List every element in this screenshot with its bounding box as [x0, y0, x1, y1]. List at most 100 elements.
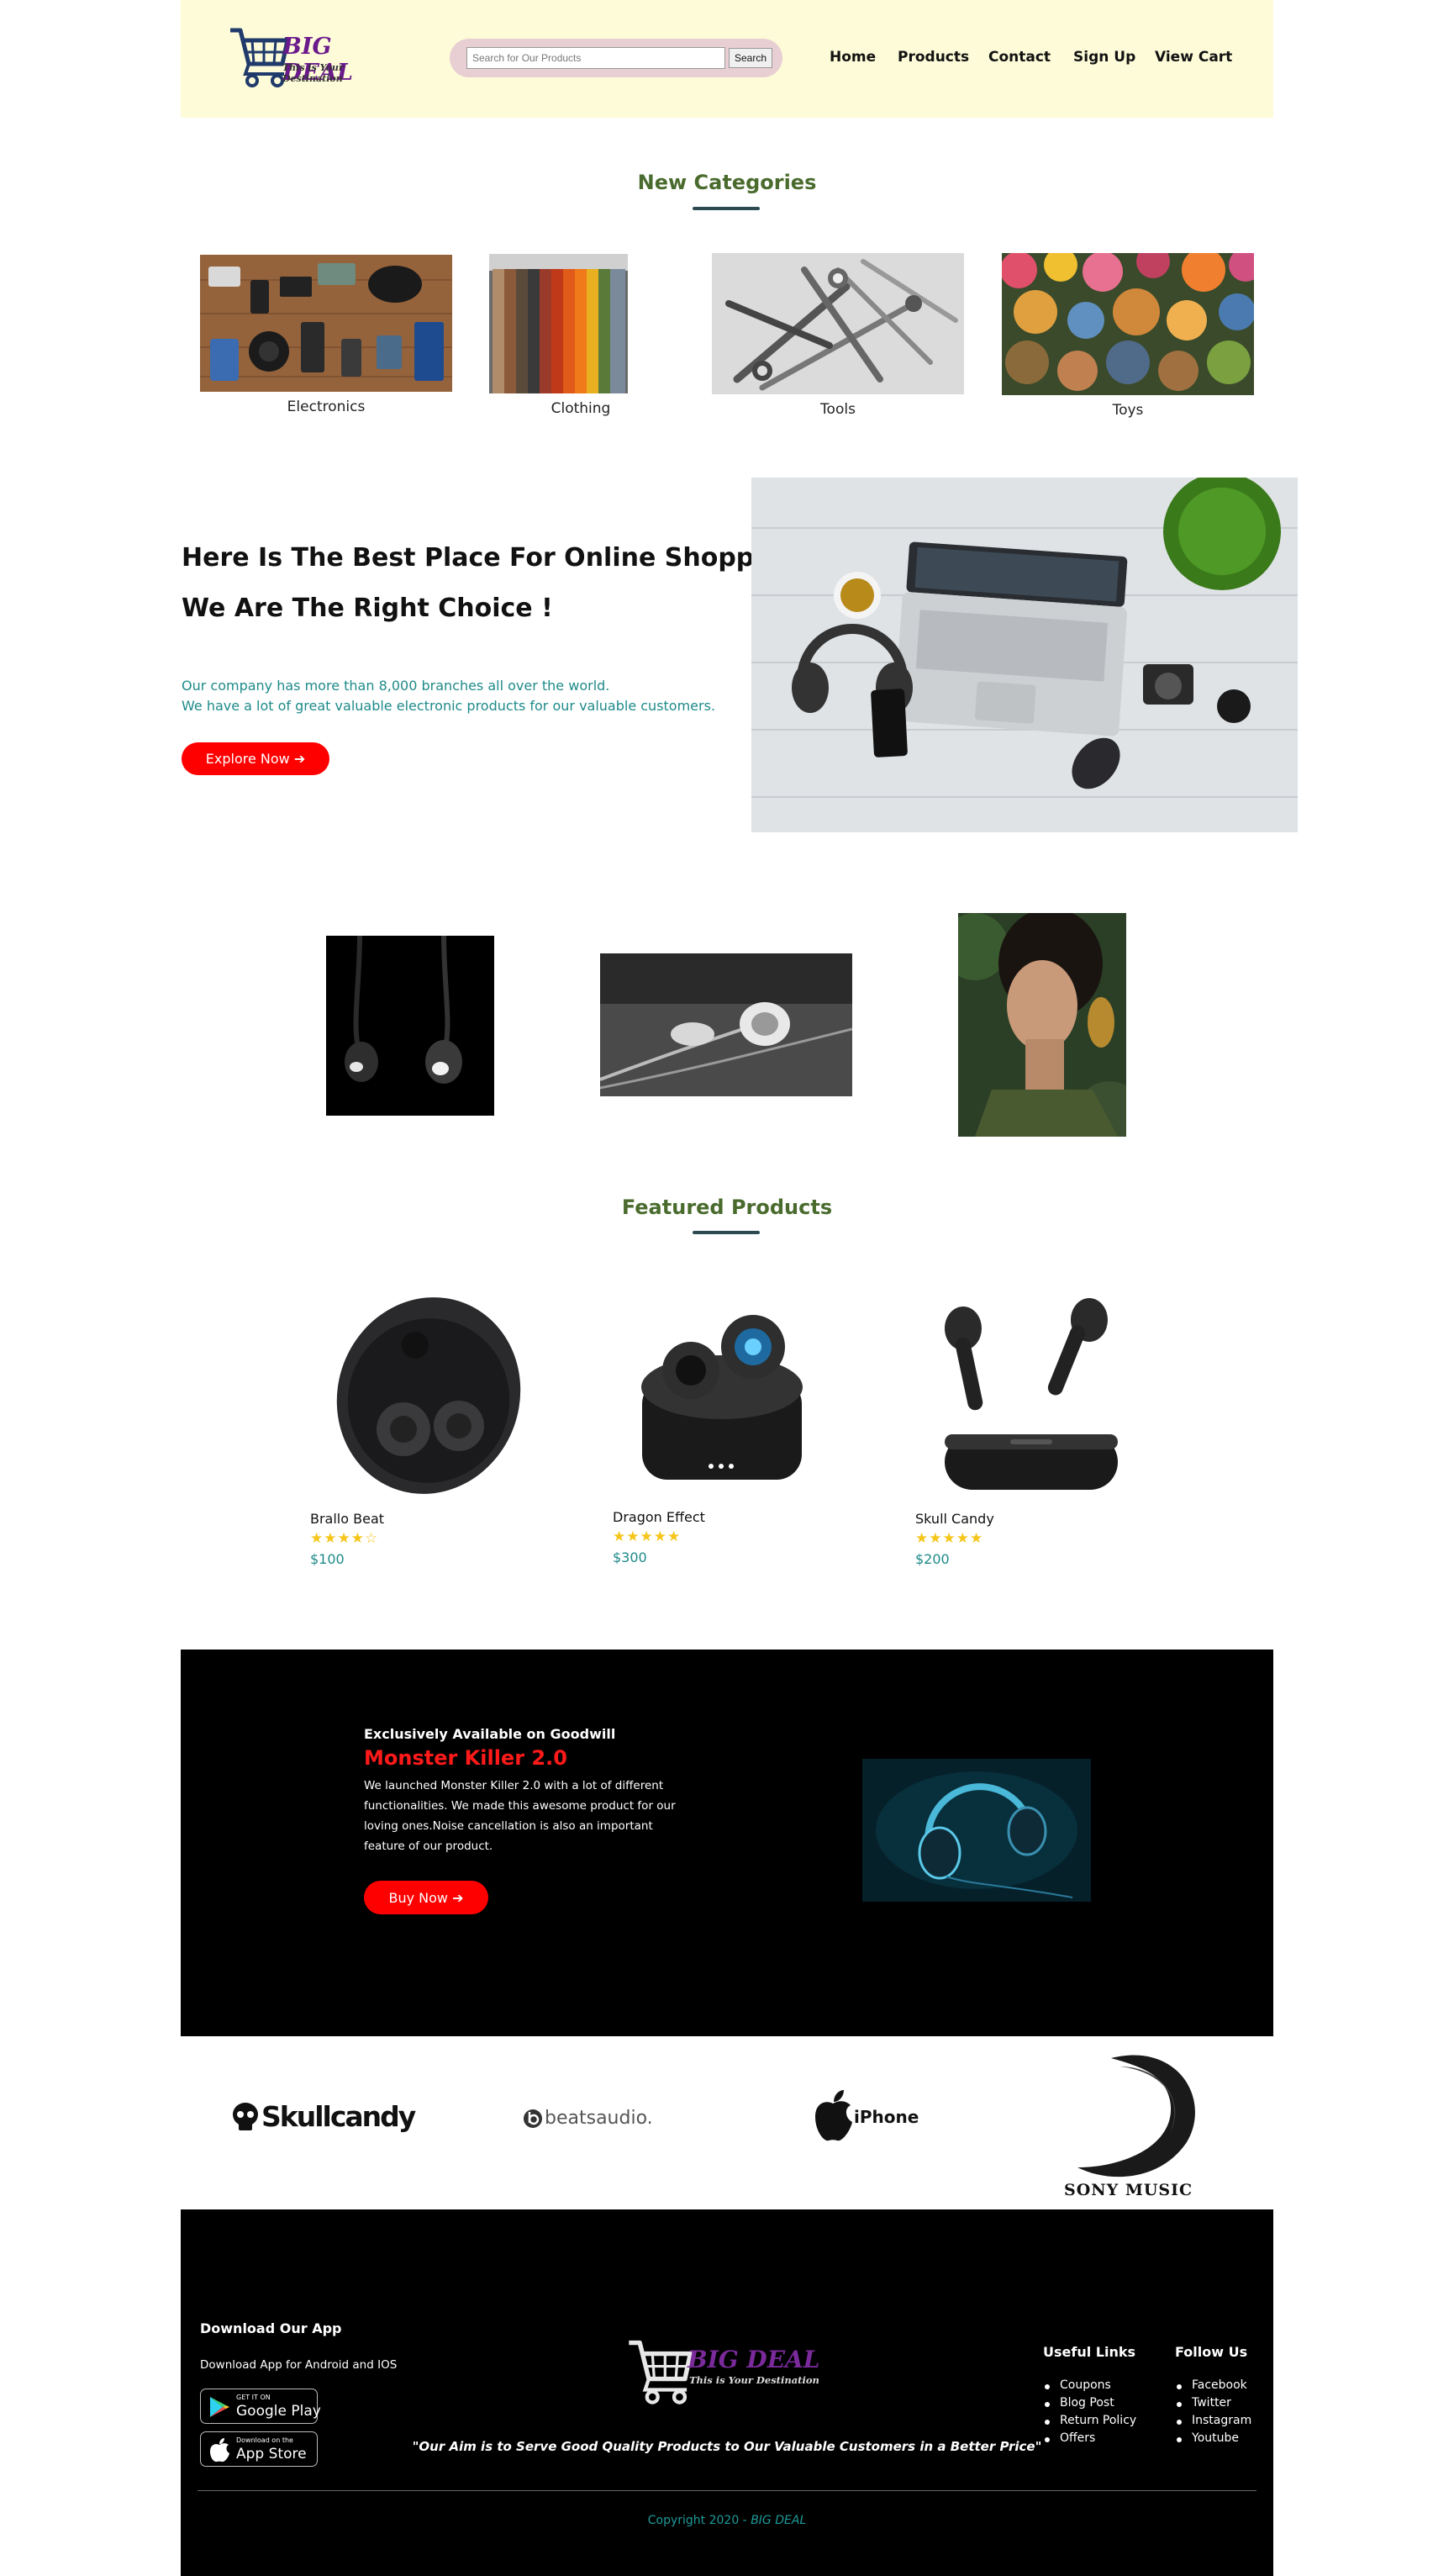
tools-photo-icon [712, 253, 964, 394]
link-instagram[interactable]: Instagram [1175, 2414, 1251, 2431]
categories-title: New Categories [637, 171, 817, 194]
earbuds-photo-icon [345, 936, 462, 1084]
search-button[interactable]: Search [729, 48, 772, 68]
follow-us-title: Follow Us [1175, 2344, 1248, 2360]
brand-logo-beats[interactable]: beatsaudio. [523, 2104, 666, 2137]
gallery-image-earbuds-grey [600, 953, 852, 1096]
site-header: BIG DEAL This is Your Destination Search… [181, 0, 1273, 118]
brand-logo-skullcandy[interactable]: Skullcandy [231, 2090, 424, 2149]
product-name[interactable]: Skull Candy [915, 1511, 994, 1527]
copyright-brand[interactable]: BIG DEAL [751, 2514, 806, 2527]
link-blog-post[interactable]: Blog Post [1043, 2396, 1136, 2414]
electronics-photo-icon [200, 255, 452, 392]
nav-contact[interactable]: Contact [988, 49, 1051, 66]
wireless-earbuds-icon [945, 1298, 1118, 1490]
featured-title: Featured Products [621, 1196, 833, 1219]
link-twitter[interactable]: Twitter [1175, 2396, 1251, 2414]
brand-beats-text: beatsaudio. [545, 2108, 653, 2129]
product-price: $200 [915, 1551, 950, 1567]
brand-sony-music-text: SONY MUSIC [1064, 2181, 1193, 2199]
category-electronics-image[interactable] [200, 255, 452, 392]
promo-title: Monster Killer 2.0 [364, 1746, 567, 1770]
product-price: $300 [613, 1549, 647, 1565]
product-name[interactable]: Dragon Effect [613, 1509, 705, 1525]
search-bar: Search [450, 39, 782, 77]
promo-desc-2: functionalities. We made this awesome pr… [364, 1799, 676, 1813]
google-play-small-text: GET IT ON [236, 2394, 271, 2401]
toys-photo-icon [1002, 253, 1254, 395]
google-play-icon [210, 2397, 229, 2417]
brand-logo[interactable]: BIG DEAL This is Your Destination [227, 24, 403, 91]
gallery-image-woman-headphones [958, 913, 1126, 1137]
promo-headphones-image [862, 1759, 1091, 1902]
beats-icon [524, 2109, 542, 2128]
brand-tagline: This is Your Destination [282, 62, 344, 84]
link-facebook[interactable]: Facebook [1175, 2378, 1251, 2396]
gallery-image-earbuds-dark [326, 936, 494, 1116]
category-electronics-label[interactable]: Electronics [200, 399, 452, 415]
link-offers[interactable]: Offers [1043, 2431, 1136, 2449]
hero-heading-1: Here Is The Best Place For Online Shoppi… [182, 543, 799, 573]
nav-home[interactable]: Home [830, 49, 876, 66]
footer-download-text: Download App for Android and IOS [200, 2358, 398, 2372]
product-rating-stars: ★★★★☆ [310, 1530, 379, 1547]
sony-music-swirl-icon [1077, 2055, 1195, 2177]
product-image-brallo-beat[interactable] [309, 1286, 545, 1505]
brand-logo-sony-music[interactable]: SONY MUSIC [1061, 2041, 1212, 2206]
copyright-text: Copyright 2020 - [647, 2514, 751, 2527]
footer-brand-logo[interactable]: BIG DEAL This is Your Destination [625, 2336, 827, 2411]
footer-brand-name: BIG DEAL [687, 2346, 820, 2373]
category-clothing-label[interactable]: Clothing [455, 400, 707, 417]
woman-headphones-photo-icon [958, 913, 1126, 1137]
brand-iphone-text: iPhone [854, 2107, 919, 2127]
promo-desc-3: loving ones.Noise cancellation is also a… [364, 1819, 653, 1833]
google-play-badge[interactable]: GET IT ON Google Play [200, 2389, 321, 2424]
search-input[interactable] [466, 47, 725, 69]
featured-title-underline [693, 1231, 760, 1234]
skull-icon [233, 2103, 258, 2130]
footer-brand-tagline: This is Your Destination [689, 2374, 819, 2386]
headphones-photo-icon [862, 1759, 1091, 1902]
explore-now-button[interactable]: Explore Now ➔ [182, 742, 329, 775]
product-image-skull-candy[interactable] [935, 1286, 1128, 1497]
link-return-policy[interactable]: Return Policy [1043, 2414, 1136, 2431]
nav-sign-up[interactable]: Sign Up [1073, 49, 1135, 66]
useful-links-list: Coupons Blog Post Return Policy Offers [1043, 2378, 1136, 2449]
category-toys-image[interactable] [1002, 253, 1254, 395]
laptop-desk-photo-icon [751, 478, 1298, 832]
product-rating-stars: ★★★★★ [613, 1528, 682, 1545]
google-play-big-text: Google Play [236, 2403, 321, 2420]
category-tools-label[interactable]: Tools [712, 401, 964, 418]
follow-us-list: Facebook Twitter Instagram Youtube [1175, 2378, 1251, 2449]
product-price: $100 [310, 1551, 345, 1567]
footer-divider [198, 2490, 1256, 2491]
product-image-dragon-effect[interactable] [622, 1286, 824, 1497]
nav-products[interactable]: Products [898, 49, 969, 66]
categories-title-underline [693, 207, 760, 210]
promo-desc-1: We launched Monster Killer 2.0 with a lo… [364, 1779, 664, 1792]
brand-skullcandy-text: Skullcandy [261, 2100, 416, 2133]
footer-copyright: Copyright 2020 - BIG DEAL [181, 2514, 1273, 2527]
category-clothing-image[interactable] [489, 254, 628, 393]
link-coupons[interactable]: Coupons [1043, 2378, 1136, 2396]
category-toys-label[interactable]: Toys [1002, 402, 1254, 419]
earbuds-case-icon [336, 1297, 521, 1494]
nav-view-cart[interactable]: View Cart [1155, 49, 1232, 66]
useful-links-title: Useful Links [1043, 2344, 1136, 2360]
product-name[interactable]: Brallo Beat [310, 1511, 384, 1527]
hero-text-1: Our company has more than 8,000 branches… [182, 678, 610, 694]
hero-desk-image [751, 478, 1298, 832]
footer-download-title: Download Our App [200, 2320, 342, 2336]
buy-now-button[interactable]: Buy Now ➔ [364, 1881, 488, 1914]
site-footer: Download Our App Download App for Androi… [181, 2209, 1273, 2576]
promo-eyebrow: Exclusively Available on Goodwill [364, 1726, 616, 1742]
brand-logo-iphone[interactable]: iPhone [810, 2088, 919, 2142]
apple-icon [815, 2090, 852, 2141]
hero-heading-2: We Are The Right Choice ! [182, 594, 553, 623]
white-earbuds-photo-icon [600, 953, 852, 1096]
product-rating-stars: ★★★★★ [915, 1530, 984, 1547]
clothing-photo-icon [489, 254, 628, 393]
hero-text-2: We have a lot of great valuable electron… [182, 698, 716, 714]
link-youtube[interactable]: Youtube [1175, 2431, 1251, 2449]
category-tools-image[interactable] [712, 253, 964, 394]
